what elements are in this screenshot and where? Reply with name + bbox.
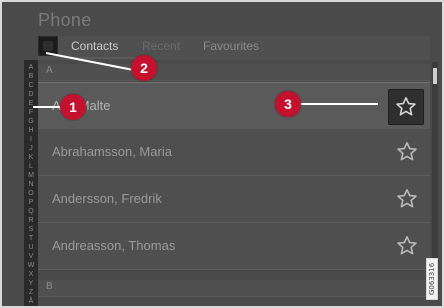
alphabet-letter[interactable]: N [24, 181, 38, 189]
contact-row[interactable]: Abrahamsson, Maria [38, 129, 430, 176]
alphabet-letter[interactable]: Z [24, 289, 38, 297]
contact-name: Andersson, Fredrik [52, 191, 162, 206]
star-outline-icon [397, 236, 417, 255]
callout-badge-2: 2 [131, 55, 157, 81]
tab-favourites[interactable]: Favourites [203, 39, 259, 53]
alphabet-letter[interactable]: W [24, 262, 38, 270]
alphabet-letter[interactable]: I [24, 136, 38, 144]
alphabet-letter[interactable]: X [24, 271, 38, 279]
star-outline-icon [396, 97, 416, 116]
tab-bar: Contacts Recent Favourites [38, 36, 430, 60]
scrollbar[interactable] [432, 62, 438, 286]
alphabet-letter[interactable]: R [24, 217, 38, 225]
favorite-toggle[interactable] [388, 89, 424, 125]
callout-badge-3: 3 [275, 91, 301, 117]
alphabet-letter[interactable]: A [24, 64, 38, 72]
alphabet-letter[interactable]: M [24, 172, 38, 180]
favorite-toggle[interactable] [390, 229, 424, 263]
tab-recent[interactable]: Recent [142, 39, 180, 53]
alphabet-letter[interactable]: G [24, 118, 38, 126]
scroll-thumb[interactable] [433, 68, 437, 84]
alphabet-letter[interactable]: Y [24, 280, 38, 288]
contact-row[interactable]: Andersson, Fredrik [38, 176, 430, 223]
alphabet-letter[interactable]: C [24, 82, 38, 90]
contact-name: Abrahamsson, Maria [52, 144, 172, 159]
figure-code: G063316 [426, 258, 438, 300]
section-header-b: B [38, 280, 430, 297]
alphabet-letter[interactable]: B [24, 73, 38, 81]
section-letter: B [46, 281, 53, 292]
alphabet-letter[interactable]: P [24, 199, 38, 207]
alphabet-letter[interactable]: D [24, 91, 38, 99]
app-title: Phone [38, 10, 92, 30]
tab-contacts[interactable]: Contacts [71, 39, 118, 53]
alphabet-letter[interactable]: T [24, 235, 38, 243]
star-outline-icon [397, 142, 417, 161]
contact-row[interactable]: A..., Malte [38, 82, 430, 130]
contact-row[interactable]: Andreasson, Thomas [38, 223, 430, 270]
phone-screen: Phone Contacts Recent Favourites ABCDEFG… [0, 0, 444, 308]
favorite-toggle[interactable] [390, 182, 424, 216]
alphabet-letter[interactable]: Å [24, 298, 38, 306]
alphabet-letter[interactable]: Q [24, 208, 38, 216]
contact-list: A..., Malte Abrahamsson, Maria Andersson… [38, 82, 430, 276]
alphabet-letter[interactable]: V [24, 253, 38, 261]
section-letter: A [46, 65, 53, 76]
section-header-a: A [38, 64, 430, 81]
alphabet-letter[interactable]: O [24, 190, 38, 198]
alphabet-letter[interactable]: F [24, 109, 38, 117]
alphabet-index[interactable]: ABCDEFGHIJKLMNOPQRSTUVWXYZÅ [24, 60, 38, 306]
callout-line-3 [296, 103, 378, 105]
alphabet-letter[interactable]: K [24, 154, 38, 162]
callout-badge-1: 1 [60, 94, 86, 120]
alphabet-letter[interactable]: H [24, 127, 38, 135]
favorite-toggle[interactable] [390, 135, 424, 169]
alphabet-letter[interactable]: S [24, 226, 38, 234]
contact-name: Andreasson, Thomas [52, 238, 176, 253]
alphabet-letter[interactable]: L [24, 163, 38, 171]
alphabet-letter[interactable]: J [24, 145, 38, 153]
star-outline-icon [397, 189, 417, 208]
alphabet-letter[interactable]: U [24, 244, 38, 252]
